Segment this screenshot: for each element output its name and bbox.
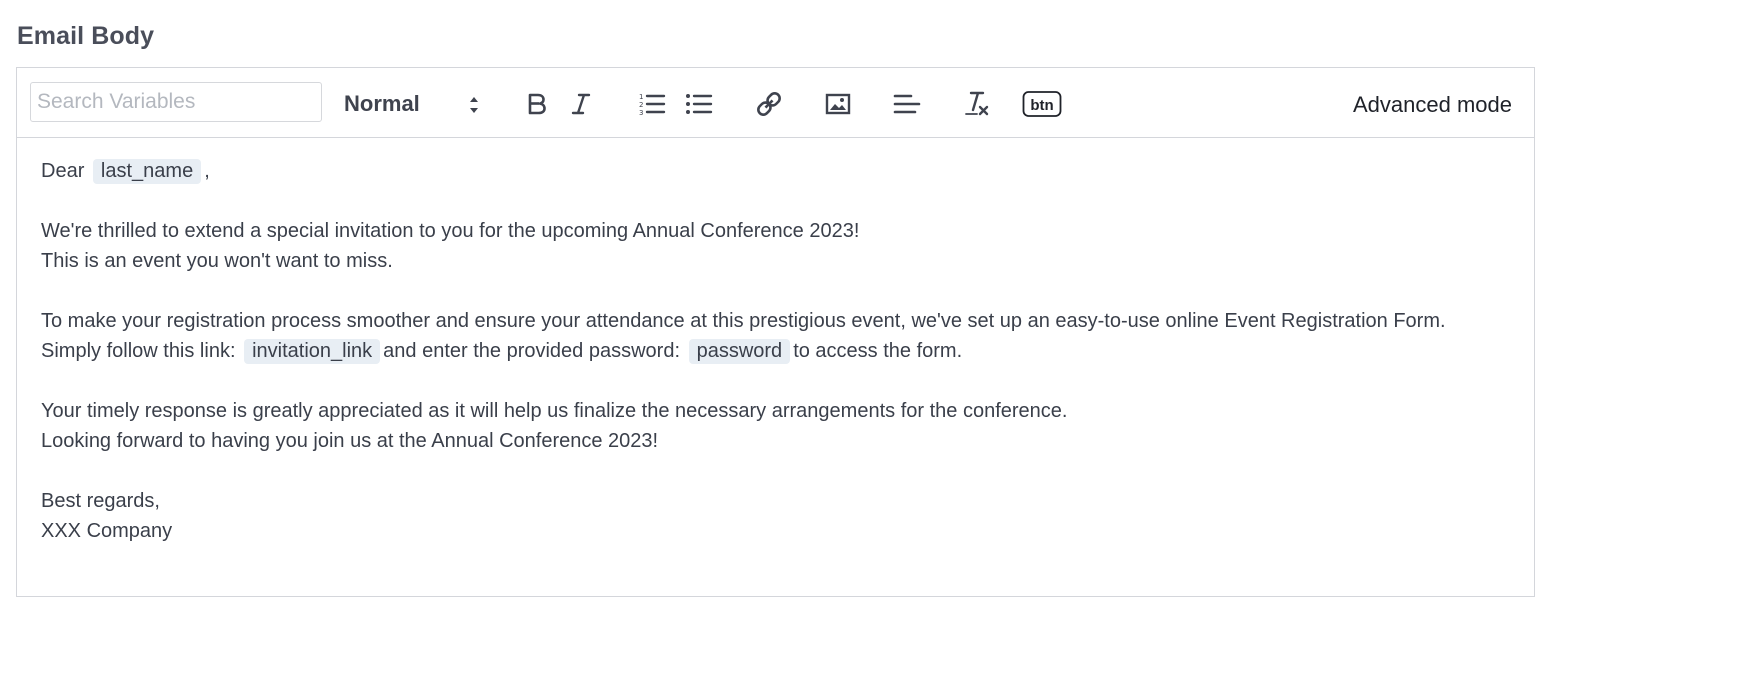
- text-segment: Simply follow this link:: [41, 340, 236, 362]
- svg-text:3: 3: [639, 109, 643, 117]
- link-icon: [757, 92, 781, 116]
- paragraph-line: This is an event you won't want to miss.: [41, 250, 393, 272]
- format-select-value: Normal: [344, 91, 420, 116]
- bullet-list-icon: [686, 94, 713, 114]
- button-icon: btn: [1022, 91, 1062, 117]
- align-button[interactable]: [892, 86, 922, 122]
- paragraph-line: To make your registration process smooth…: [41, 310, 1446, 332]
- select-arrows-icon: [470, 97, 478, 113]
- italic-button[interactable]: [567, 86, 595, 122]
- greeting-line: Dear last_name,: [41, 156, 1514, 186]
- variable-chip-last-name[interactable]: last_name: [92, 159, 202, 184]
- image-button[interactable]: [823, 86, 853, 122]
- text-segment: and enter the provided password:: [383, 340, 681, 362]
- search-variables-input[interactable]: [30, 82, 322, 122]
- svg-text:2: 2: [639, 101, 643, 109]
- italic-icon: [571, 93, 591, 115]
- signoff-line: Best regards,: [41, 490, 160, 512]
- bold-button[interactable]: [522, 86, 552, 122]
- signature-line: XXX Company: [41, 520, 173, 542]
- bold-icon: [528, 93, 546, 115]
- paragraph-line: Your timely response is greatly apprecia…: [41, 400, 1068, 422]
- paragraph-line-with-variables: Simply follow this link: invitation_link…: [41, 336, 1514, 366]
- rich-text-editor: Normal 1 2 3: [16, 67, 1535, 597]
- bullet-list-button[interactable]: [684, 86, 714, 122]
- svg-text:1: 1: [639, 93, 643, 101]
- clear-format-icon: [965, 91, 989, 116]
- image-icon: [825, 93, 851, 115]
- link-button[interactable]: [754, 86, 784, 122]
- clear-format-button[interactable]: [962, 86, 992, 122]
- insert-button-button[interactable]: btn: [1022, 86, 1062, 122]
- ordered-list-icon: 1 2 3: [639, 93, 666, 117]
- greeting-text: Dear: [41, 160, 85, 182]
- text-segment: to access the form.: [793, 340, 963, 362]
- format-select[interactable]: Normal: [344, 88, 484, 120]
- variable-chip-invitation-link[interactable]: invitation_link: [244, 339, 381, 364]
- email-body-content[interactable]: Dear last_name, We're thrilled to extend…: [41, 156, 1514, 546]
- paragraph-line: Looking forward to having you join us at…: [41, 430, 659, 452]
- ordered-list-button[interactable]: 1 2 3: [637, 86, 667, 122]
- paragraph-line: We're thrilled to extend a special invit…: [41, 220, 860, 242]
- variable-chip-password[interactable]: password: [688, 339, 791, 364]
- editor-toolbar: Normal 1 2 3: [17, 68, 1534, 138]
- email-body-label: Email Body: [17, 22, 155, 50]
- svg-text:btn: btn: [1030, 97, 1053, 114]
- align-left-icon: [893, 94, 921, 114]
- greeting-suffix: ,: [204, 160, 210, 182]
- advanced-mode-link[interactable]: Advanced mode: [1353, 92, 1512, 118]
